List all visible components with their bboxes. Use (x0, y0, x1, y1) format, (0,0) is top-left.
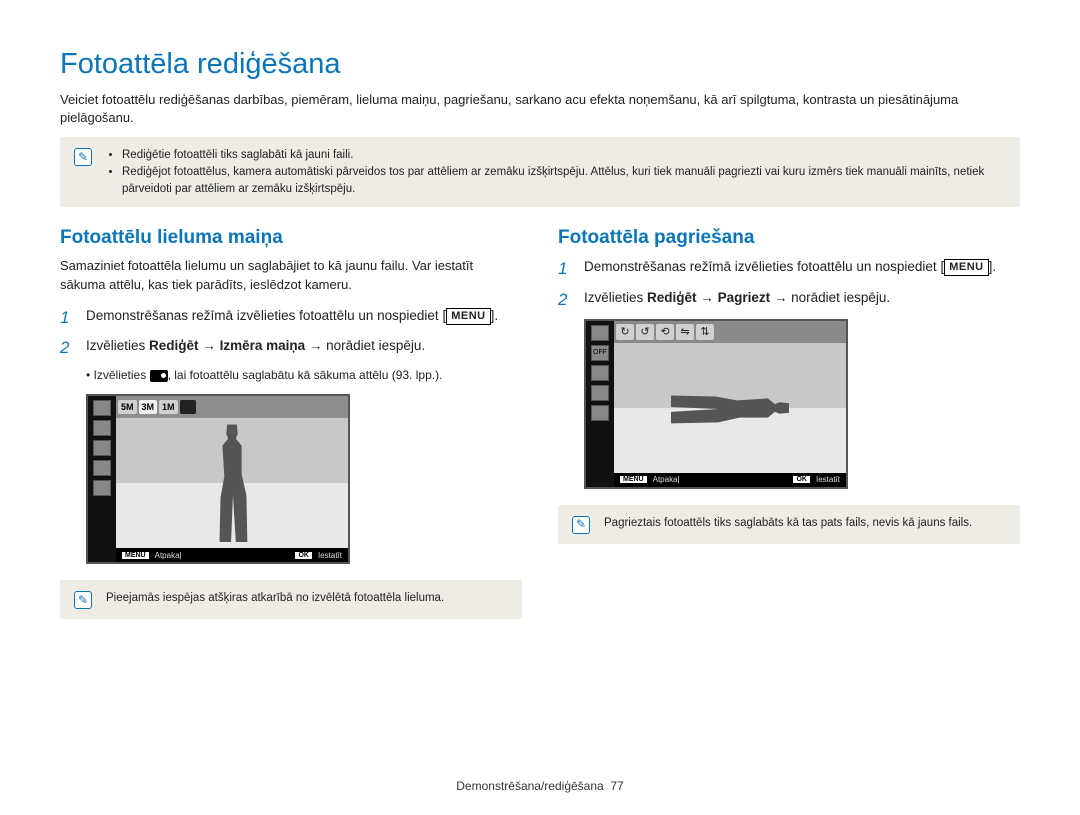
lcd-menu-btn: MENU (620, 476, 647, 483)
note-icon: ✎ (74, 148, 92, 166)
lcd-side-icon (93, 480, 111, 496)
note-icon: ✎ (572, 516, 590, 534)
resize-intro: Samaziniet fotoattēla lielumu un saglabā… (60, 257, 522, 293)
lcd-side-icon (93, 400, 111, 416)
page-title: Fotoattēla rediģēšana (60, 48, 1020, 81)
top-note-bullet: Rediģējot fotoattēlus, kamera automātisk… (122, 164, 1006, 197)
lcd-set: Iestatīt (318, 551, 342, 560)
resize-step1: Demonstrēšanas režīmā izvēlieties fotoat… (86, 306, 498, 331)
resize-step2: Izvēlieties Rediģēt → Izmēra maiņa → nor… (86, 336, 425, 361)
step-number: 1 (558, 257, 574, 282)
lcd-back: Atpakaļ (155, 551, 182, 560)
lcd-menu-btn: MENU (122, 552, 149, 559)
size-chip: 5M (118, 400, 137, 414)
lcd-ok-btn: OK (295, 552, 312, 559)
top-note-box: ✎ Rediģētie fotoattēli tiks saglabāti kā… (60, 137, 1020, 207)
rotate-left-icon: ↺ (636, 324, 654, 340)
note-icon: ✎ (74, 591, 92, 609)
size-chip-selected: 3M (139, 400, 158, 414)
top-note-bullet: Rediģētie fotoattēli tiks saglabāti kā j… (122, 147, 1006, 164)
lcd-ok-btn: OK (793, 476, 810, 483)
step-number: 2 (60, 336, 76, 361)
page-footer: Demonstrēšana/rediģēšana 77 (0, 779, 1080, 793)
lcd-set: Iestatīt (816, 475, 840, 484)
step-number: 1 (60, 306, 76, 331)
person-silhouette-rotated-icon (671, 384, 789, 432)
person-silhouette-icon (208, 424, 256, 542)
lcd-side-icon (591, 365, 609, 381)
rotate-heading: Fotoattēla pagriešana (558, 227, 1020, 249)
lcd-side-icon (93, 440, 111, 456)
resize-heading: Fotoattēlu lieluma maiņa (60, 227, 522, 249)
lcd-side-icon (591, 385, 609, 401)
lcd-side-icon (93, 420, 111, 436)
page-intro: Veiciet fotoattēlu rediģēšanas darbības,… (60, 91, 1020, 127)
size-chip: 1M (159, 400, 178, 414)
rotate-step2: Izvēlieties Rediģēt → Pagriezt → norādie… (584, 288, 890, 313)
col-rotate: Fotoattēla pagriešana 1 Demonstrēšanas r… (558, 227, 1020, 639)
lcd-back: Atpakaļ (653, 475, 680, 484)
rotate-step1: Demonstrēšanas režīmā izvēlieties fotoat… (584, 257, 996, 282)
resize-sub-bullet: Izvēlieties , lai fotoattēlu saglabātu k… (86, 367, 522, 384)
lcd-side-icon (591, 325, 609, 341)
rotate-180-icon: ⟲ (656, 324, 674, 340)
resize-bottom-note: ✎ Pieejamās iespējas atšķiras atkarībā n… (60, 580, 522, 619)
start-image-icon (150, 370, 168, 382)
lcd-resize: 5M 3M 1M 1984 X 1488 MENU Atpakaļ OK Ies… (86, 394, 350, 564)
lcd-side-icon (591, 405, 609, 421)
flip-h-icon: ⇋ (676, 324, 694, 340)
col-resize: Fotoattēlu lieluma maiņa Samaziniet foto… (60, 227, 522, 639)
step-number: 2 (558, 288, 574, 313)
rotate-bottom-note: ✎ Pagrieztais fotoattēls tiks saglabāts … (558, 505, 1020, 544)
rotate-right-icon: ↻ (616, 324, 634, 340)
menu-button-label: MENU (446, 308, 490, 325)
lcd-side-icon (93, 460, 111, 476)
flip-v-icon: ⇅ (696, 324, 714, 340)
menu-button-label: MENU (944, 259, 988, 276)
size-chip-icon (180, 400, 196, 414)
lcd-rotate: OFF ↻ ↺ ⟲ ⇋ ⇅ Pa labi 90° MENU Atpakaļ (584, 319, 848, 489)
lcd-side-icon: OFF (591, 345, 609, 361)
